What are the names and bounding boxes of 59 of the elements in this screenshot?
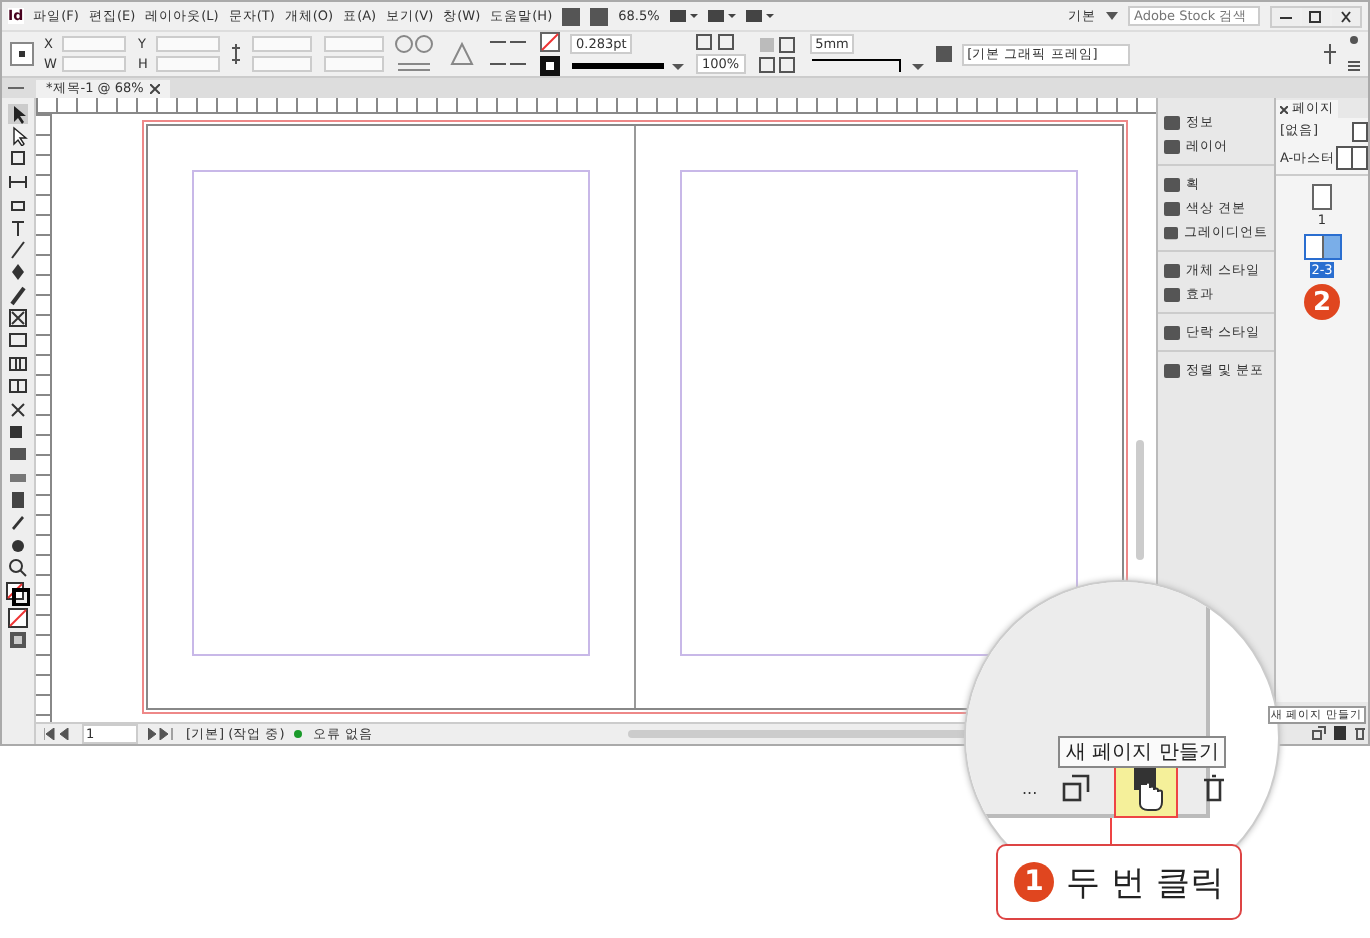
constrain-proportions-icon[interactable] <box>230 44 242 64</box>
panel-icon <box>1164 363 1180 377</box>
trash-icon[interactable] <box>1354 726 1366 740</box>
trash-icon[interactable] <box>1201 774 1226 802</box>
stroke-type-dropdown[interactable] <box>570 58 686 74</box>
text-wrap-icons[interactable] <box>755 34 800 74</box>
page-size-icon[interactable] <box>1061 774 1090 802</box>
input-field[interactable] <box>62 56 126 72</box>
scrollbar[interactable] <box>1136 440 1144 560</box>
input-field[interactable] <box>252 56 312 72</box>
stroke-swatch[interactable] <box>540 56 560 76</box>
page-tool-icon[interactable] <box>8 148 28 169</box>
page-next-icons[interactable] <box>148 728 176 740</box>
input-field[interactable] <box>324 36 384 52</box>
zoom-tool-icon[interactable] <box>8 558 28 579</box>
selection-tool-icon[interactable] <box>8 103 28 124</box>
input-field[interactable] <box>324 56 384 72</box>
type-tool-icon[interactable] <box>8 217 28 238</box>
more-options[interactable]: ... <box>1022 779 1038 797</box>
step-badge: 1 <box>1014 862 1054 902</box>
scissors-tool-icon[interactable] <box>8 399 28 420</box>
corner-style-dropdown[interactable] <box>809 58 926 74</box>
toolbar-collapse-icon[interactable] <box>8 82 24 94</box>
tooltip: 새 페이지 만들기 <box>1058 736 1227 768</box>
line-tool-icon[interactable] <box>8 239 28 260</box>
fill-stroke-swatch-icon[interactable] <box>6 581 30 606</box>
flip-icon[interactable] <box>448 40 476 68</box>
apply-none-icon[interactable] <box>8 607 28 628</box>
page-thumbnail[interactable] <box>1312 184 1332 210</box>
pencil-tool-icon[interactable] <box>8 285 28 306</box>
rotate-icons[interactable] <box>394 34 438 74</box>
master-thumbnail[interactable] <box>1351 122 1368 142</box>
frame-fitting-icons[interactable] <box>696 34 736 50</box>
input-field[interactable] <box>252 36 312 52</box>
callout-text: 두 번 클릭 <box>1066 861 1224 905</box>
close-icon[interactable] <box>149 83 160 93</box>
page-thumbnail[interactable] <box>1303 234 1341 260</box>
rectangle-frame-tool-icon[interactable] <box>8 308 28 329</box>
leader-line <box>1110 818 1112 844</box>
input-field[interactable] <box>156 36 220 52</box>
input-field[interactable] <box>62 36 126 52</box>
fill-none-swatch[interactable] <box>540 32 560 52</box>
panel-menu-icon[interactable] <box>1348 34 1360 74</box>
eyedropper-tool-icon[interactable] <box>8 512 28 533</box>
page-nav-icons[interactable] <box>44 728 72 740</box>
close-icon[interactable] <box>1280 105 1288 113</box>
panel-icon <box>1164 325 1180 339</box>
master-thumbnail[interactable] <box>1335 146 1368 170</box>
input-field[interactable] <box>156 56 220 72</box>
dropdown-caret-icon[interactable] <box>1106 12 1118 20</box>
table-icon[interactable] <box>8 353 28 374</box>
pin-icon[interactable] <box>1322 44 1338 64</box>
rectangle-tool-icon[interactable] <box>8 330 28 351</box>
column-icon[interactable] <box>8 376 28 397</box>
direct-selection-tool-icon[interactable] <box>8 126 28 147</box>
step-badge: 2 <box>1304 284 1340 320</box>
page-size-icon[interactable] <box>1312 726 1326 740</box>
reference-point-icon[interactable] <box>10 42 34 66</box>
gap-tool-icon[interactable] <box>8 171 28 192</box>
